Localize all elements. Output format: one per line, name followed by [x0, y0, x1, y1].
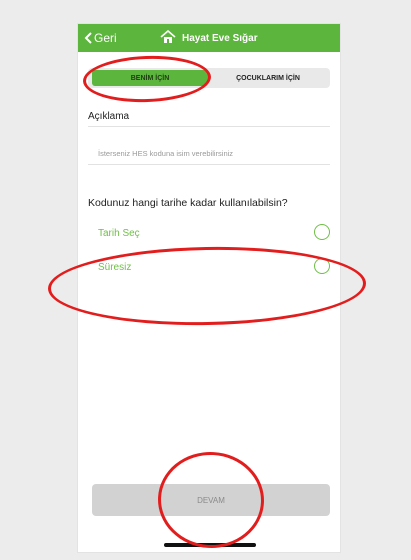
tab-for-me[interactable]: BENİM İÇİN: [92, 70, 208, 86]
back-button-label: Geri: [94, 31, 117, 45]
app-title-text: Hayat Eve Sığar: [182, 32, 258, 44]
radio-circle-icon[interactable]: [314, 224, 330, 240]
chevron-left-icon: [84, 32, 92, 44]
tab-for-my-children[interactable]: ÇOCUKLARIM İÇİN: [210, 70, 326, 86]
description-label: Açıklama: [88, 111, 130, 122]
validity-question: Kodunuz hangi tarihe kadar kullanılabils…: [88, 197, 288, 209]
navigation-bar: Geri Hayat Eve Sığar: [78, 24, 340, 52]
divider: [88, 126, 330, 127]
continue-button[interactable]: DEVAM: [92, 484, 330, 516]
option-label: Tarih Seç: [98, 228, 140, 239]
option-unlimited[interactable]: Süresiz: [98, 258, 330, 280]
app-screen: Geri Hayat Eve Sığar BENİM İÇİN ÇOCUKLAR…: [78, 24, 340, 552]
back-button[interactable]: Geri: [84, 29, 117, 47]
home-indicator: [164, 543, 256, 547]
description-input[interactable]: [98, 145, 320, 161]
divider: [88, 164, 330, 165]
option-label: Süresiz: [98, 262, 132, 273]
recipient-segmented-control: BENİM İÇİN ÇOCUKLARIM İÇİN: [88, 68, 330, 88]
radio-circle-icon[interactable]: [314, 258, 330, 274]
app-title: Hayat Eve Sığar: [160, 29, 258, 47]
option-select-date[interactable]: Tarih Seç: [98, 224, 330, 246]
house-logo-icon: [160, 29, 176, 47]
